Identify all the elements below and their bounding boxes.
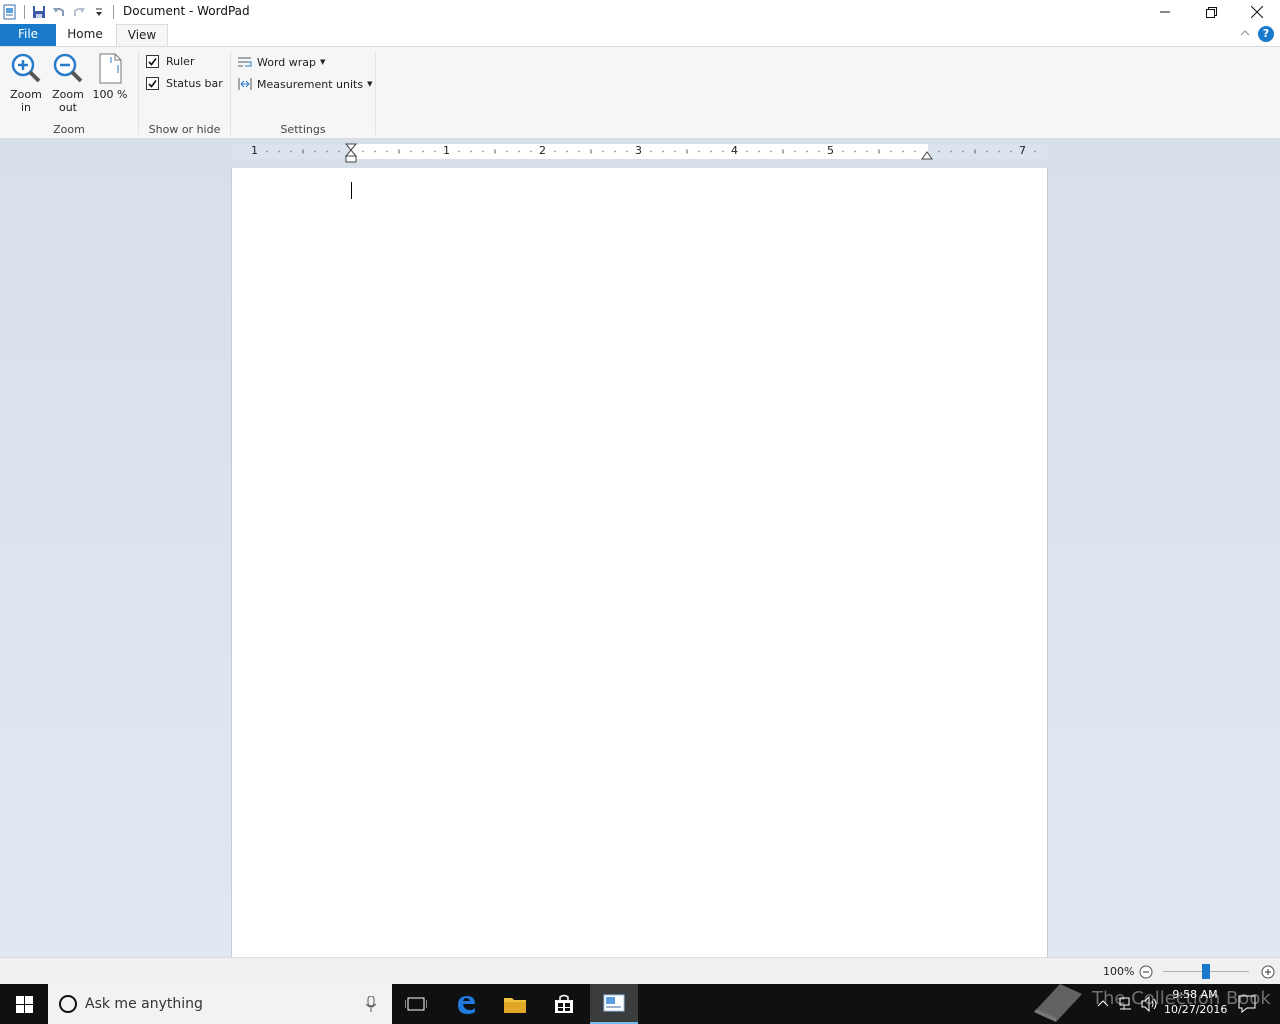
cortana-icon <box>59 995 77 1013</box>
show-hide-group-label: Show or hide <box>148 123 221 136</box>
zoom-100-button[interactable]: 100 % <box>90 51 130 117</box>
volume-icon[interactable] <box>1141 996 1159 1012</box>
file-explorer-icon[interactable] <box>491 984 539 1024</box>
ribbon-tabs: File Home View <box>0 24 1280 47</box>
ruler-label: Ruler <box>166 55 195 68</box>
zoom-group-label: Zoom <box>53 123 85 136</box>
checkmark-icon <box>148 80 157 88</box>
ruler-number: 3 <box>635 144 642 157</box>
system-clock[interactable]: 9:58 AM 10/27/2016 <box>1164 987 1228 1017</box>
ruler-number: 2 <box>539 144 546 157</box>
wordpad-app-icon[interactable] <box>0 2 20 22</box>
task-view-icon[interactable] <box>392 984 440 1024</box>
clock-date: 10/27/2016 <box>1164 1003 1228 1016</box>
title-bar: Document - WordPad <box>0 0 1280 24</box>
page-100-icon <box>99 53 122 84</box>
help-icon[interactable]: ? <box>1258 26 1274 42</box>
zoom-100-label: 100 % <box>92 88 128 101</box>
edge-browser-icon[interactable] <box>442 984 490 1024</box>
ruler-number: 1 <box>251 144 258 157</box>
tab-home[interactable]: Home <box>57 24 113 46</box>
text-caret <box>351 182 352 199</box>
customize-qat-icon[interactable] <box>89 2 109 22</box>
watermark-logo-icon <box>1034 984 1082 1022</box>
restore-button[interactable] <box>1188 0 1234 24</box>
window-title: Document - WordPad <box>123 4 250 18</box>
save-icon[interactable] <box>29 2 49 22</box>
window-controls <box>1142 0 1280 24</box>
zoom-percent: 100% <box>1103 965 1135 978</box>
ruler-checkbox[interactable]: Ruler <box>146 55 194 68</box>
collapse-ribbon-icon[interactable] <box>1238 26 1252 40</box>
action-center-icon[interactable] <box>1238 995 1256 1013</box>
network-icon[interactable] <box>1119 997 1135 1011</box>
tab-file[interactable]: File <box>0 24 56 46</box>
search-placeholder: Ask me anything <box>85 996 203 1012</box>
zoom-out-small-icon[interactable] <box>1139 965 1153 979</box>
windows-logo-icon <box>15 995 33 1013</box>
qat-separator <box>24 5 25 19</box>
ribbon: Zoom in Zoom out 100 % Zoom Show or hide… <box>0 46 1280 139</box>
word-wrap-button[interactable]: Word wrap ▼ <box>237 55 325 69</box>
status-bar: 100% <box>0 957 1280 984</box>
zoom-out-button[interactable]: Zoom out <box>48 51 88 117</box>
ruler-check-box[interactable] <box>146 55 159 68</box>
measurement-units-icon <box>238 78 252 90</box>
taskbar: Ask me anything The Collection Book 9:58… <box>0 984 1280 1024</box>
status-bar-checkbox[interactable]: Status bar <box>146 77 223 90</box>
chevron-down-icon: ▼ <box>367 80 373 88</box>
checkmark-icon <box>148 58 157 66</box>
status-bar-check-box[interactable] <box>146 77 159 90</box>
ruler-number: 5 <box>827 144 834 157</box>
zoom-out-label: Zoom out <box>52 88 84 114</box>
zoom-in-small-icon[interactable] <box>1261 965 1275 979</box>
zoom-in-button[interactable]: Zoom in <box>6 51 46 117</box>
minimize-button[interactable] <box>1142 0 1188 24</box>
close-button[interactable] <box>1234 0 1280 24</box>
undo-icon[interactable] <box>49 2 69 22</box>
qat-separator <box>113 5 114 19</box>
document-page[interactable] <box>232 168 1047 957</box>
word-wrap-icon <box>238 57 252 67</box>
settings-group-label: Settings <box>280 123 326 136</box>
group-separator <box>375 51 376 135</box>
right-indent-marker-icon[interactable] <box>921 150 933 160</box>
show-hidden-icons-chevron-icon[interactable] <box>1097 998 1109 1010</box>
word-wrap-label: Word wrap <box>257 55 317 69</box>
redo-icon[interactable] <box>69 2 89 22</box>
start-button[interactable] <box>0 984 48 1024</box>
zoom-in-label: Zoom in <box>10 88 42 114</box>
chevron-down-icon: ▼ <box>320 58 326 66</box>
clock-time: 9:58 AM <box>1172 988 1218 1001</box>
ruler-number: 1 <box>443 144 450 157</box>
zoom-group: Zoom in Zoom out 100 % Zoom <box>0 47 138 139</box>
measurement-units-label: Measurement units <box>257 77 364 91</box>
store-icon[interactable] <box>540 984 588 1024</box>
measurement-units-button[interactable]: Measurement units ▼ <box>237 77 372 91</box>
zoom-slider-thumb[interactable] <box>1202 964 1210 979</box>
search-box[interactable]: Ask me anything <box>48 984 392 1024</box>
ruler-number: 4 <box>731 144 738 157</box>
tab-view[interactable]: View <box>116 24 168 47</box>
zoom-out-icon <box>53 53 83 83</box>
status-bar-label: Status bar <box>166 77 223 90</box>
quick-access-toolbar <box>0 2 118 22</box>
ruler-number: 7 <box>1019 144 1026 157</box>
microphone-icon[interactable] <box>366 996 376 1012</box>
wordpad-taskbar-icon[interactable] <box>590 984 638 1024</box>
zoom-in-icon <box>11 53 41 83</box>
left-indent-marker-icon[interactable] <box>345 143 357 163</box>
